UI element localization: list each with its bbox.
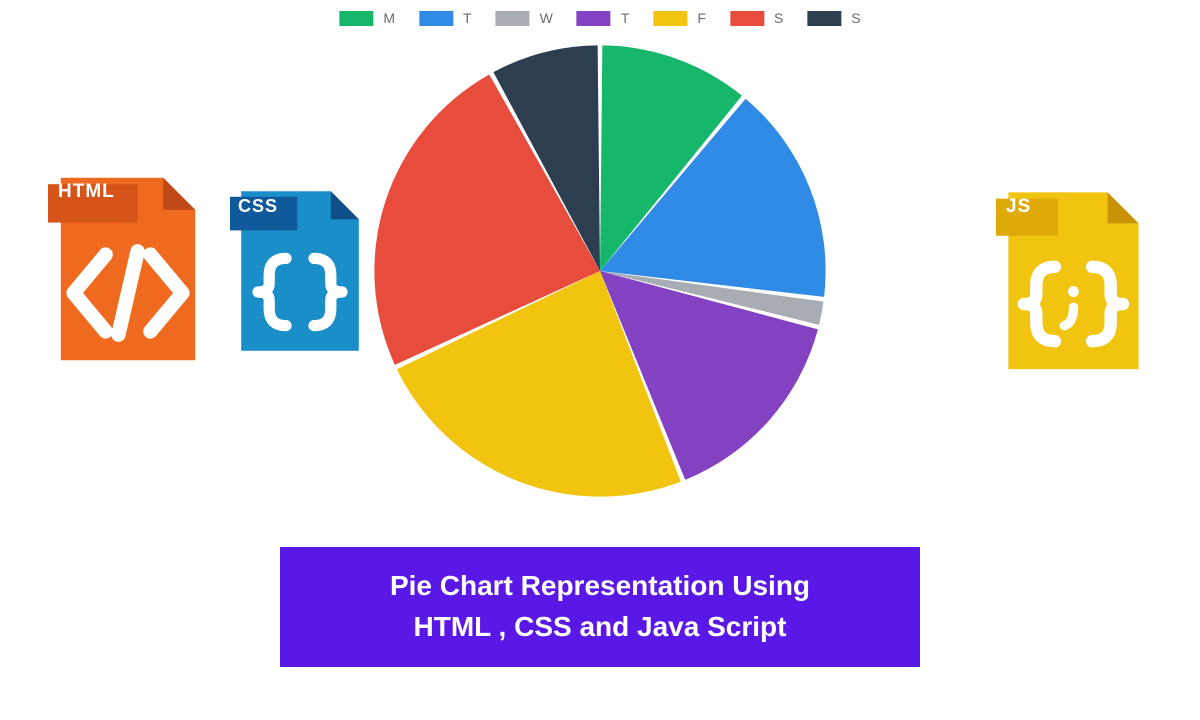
- legend: MTWTFSS: [339, 10, 860, 26]
- legend-label: M: [383, 10, 395, 26]
- legend-label: S: [851, 10, 860, 26]
- legend-item: S: [730, 10, 783, 26]
- file-fold: [331, 191, 359, 219]
- legend-label: S: [774, 10, 783, 26]
- title-banner: Pie Chart Representation Using HTML , CS…: [280, 547, 920, 667]
- css-file-icon: CSS: [230, 180, 370, 362]
- legend-swatch: [419, 11, 453, 26]
- title-line-2: HTML , CSS and Java Script: [414, 611, 787, 642]
- legend-swatch: [339, 11, 373, 26]
- legend-label: F: [697, 10, 706, 26]
- legend-item: M: [339, 10, 395, 26]
- legend-label: W: [540, 10, 553, 26]
- pie-chart: [365, 36, 835, 506]
- pie-svg: [365, 36, 835, 506]
- title-text: Pie Chart Representation Using HTML , CS…: [390, 566, 810, 647]
- legend-item: W: [496, 10, 553, 26]
- legend-label: T: [621, 10, 630, 26]
- semicolon-dot: [1068, 286, 1079, 297]
- file-fold: [163, 178, 195, 210]
- js-badge-label: JS: [1006, 196, 1031, 218]
- file-fold: [1108, 192, 1139, 223]
- html-file-icon: HTML: [48, 165, 208, 373]
- legend-swatch: [577, 11, 611, 26]
- legend-item: T: [419, 10, 472, 26]
- js-file-icon: JS: [996, 180, 1151, 382]
- legend-swatch: [653, 11, 687, 26]
- legend-swatch: [730, 11, 764, 26]
- title-line-1: Pie Chart Representation Using: [390, 570, 810, 601]
- legend-swatch: [496, 11, 530, 26]
- legend-item: F: [653, 10, 706, 26]
- legend-item: T: [577, 10, 630, 26]
- legend-item: S: [807, 10, 860, 26]
- legend-swatch: [807, 11, 841, 26]
- html-badge-label: HTML: [58, 181, 115, 203]
- legend-label: T: [463, 10, 472, 26]
- css-badge-label: CSS: [238, 196, 278, 217]
